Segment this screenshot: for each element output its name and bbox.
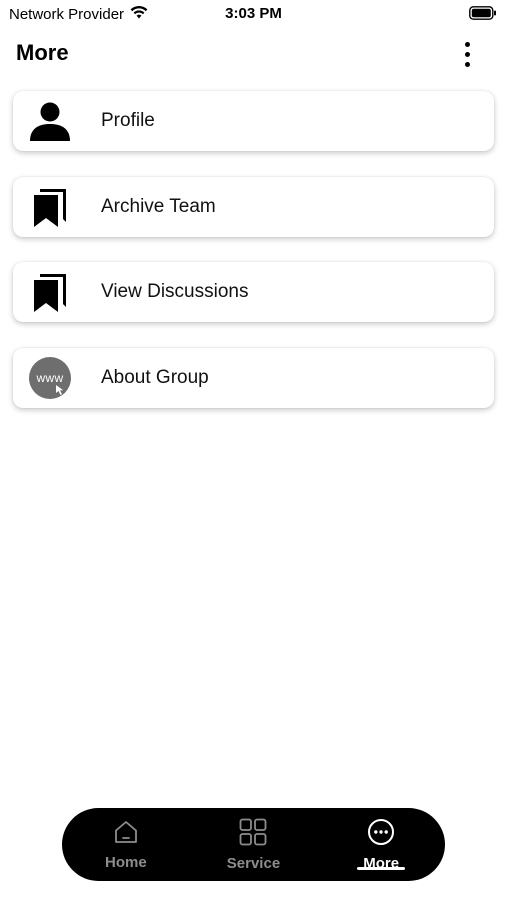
status-bar: Network Provider 3:03 PM — [0, 0, 507, 28]
tab-more[interactable]: More — [331, 814, 431, 876]
menu-item-label: About Group — [101, 366, 209, 388]
menu-item-profile[interactable]: Profile — [13, 91, 494, 151]
menu-item-label: View Discussions — [101, 281, 249, 303]
menu-item-label: Profile — [101, 110, 155, 131]
app-header: More — [0, 34, 507, 74]
grid-icon — [239, 818, 267, 851]
active-tab-indicator — [357, 866, 406, 870]
cursor-icon — [56, 384, 64, 395]
kebab-dot — [464, 61, 470, 67]
tab-service[interactable]: Service — [203, 814, 303, 876]
bookmarks-icon — [29, 271, 71, 313]
tab-label: Home — [104, 853, 147, 871]
bookmarks-icon — [29, 186, 71, 228]
bottom-tab-bar: Home Service More — [62, 808, 445, 881]
more-horizontal-circle-icon — [367, 818, 395, 851]
home-icon — [113, 819, 139, 850]
person-icon — [29, 100, 71, 142]
www-globe-icon: www — [29, 356, 71, 399]
kebab-dot — [464, 41, 470, 47]
status-time: 3:03 PM — [225, 5, 282, 22]
battery-icon — [469, 6, 497, 25]
tab-home[interactable]: Home — [76, 814, 176, 876]
menu-item-about-group[interactable]: www About Group — [13, 347, 494, 408]
tab-label: Service — [226, 854, 281, 872]
www-badge-text: www — [36, 370, 64, 385]
menu-item-archive-team[interactable]: Archive Team — [13, 176, 494, 237]
www-badge: www — [29, 356, 71, 399]
menu-list: Profile Archive Team View Discussions ww… — [13, 91, 494, 433]
more-vertical-icon[interactable] — [455, 38, 479, 70]
kebab-dot — [464, 51, 470, 57]
page-title: More — [16, 40, 69, 65]
menu-item-label: Archive Team — [101, 195, 216, 217]
menu-item-view-discussions[interactable]: View Discussions — [13, 262, 494, 323]
